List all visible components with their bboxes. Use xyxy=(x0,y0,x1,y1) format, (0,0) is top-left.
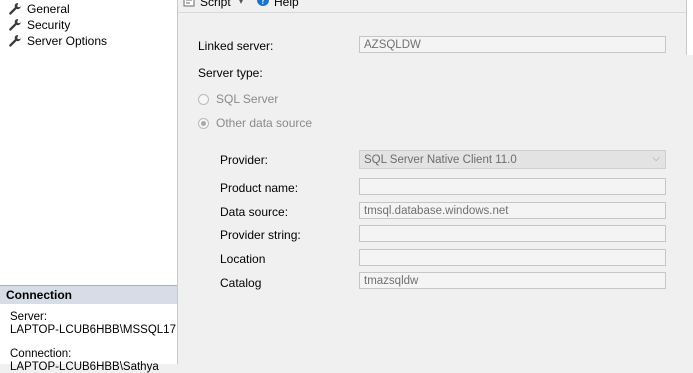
data-source-label: Data source: xyxy=(220,205,289,219)
script-icon xyxy=(182,0,196,10)
provider-string-field[interactable] xyxy=(359,225,666,242)
provider-label: Provider: xyxy=(220,153,269,167)
product-name-label: Product name: xyxy=(220,181,299,195)
catalog-label: Catalog xyxy=(220,276,262,290)
chevron-down-icon[interactable]: ▾ xyxy=(239,0,244,7)
radio-sql-server-label: SQL Server xyxy=(216,92,279,106)
server-value: LAPTOP-LCUB6HBB\MSSQL17 xyxy=(10,324,176,336)
linked-server-label: Linked server: xyxy=(198,39,274,53)
connection-label: Connection: xyxy=(10,348,72,360)
toolbar: Script ▾ ? Help xyxy=(178,0,693,13)
chevron-down-icon: ⌵ xyxy=(652,153,660,164)
page-item-server-options[interactable]: Server Options xyxy=(8,33,107,49)
wrench-icon xyxy=(8,34,22,48)
help-label: Help xyxy=(274,0,299,9)
provider-string-label: Provider string: xyxy=(220,228,301,242)
help-icon: ? xyxy=(256,0,270,10)
script-button[interactable]: Script ▾ xyxy=(182,0,243,10)
svg-text:?: ? xyxy=(260,0,265,7)
page-item-label: Server Options xyxy=(27,34,108,48)
catalog-field[interactable]: tmazsqldw xyxy=(359,272,666,289)
general-page-content: Script ▾ ? Help Linked server: AZSQLDW S… xyxy=(178,0,693,364)
page-item-label: Security xyxy=(27,18,71,32)
data-source-field[interactable]: tmsql.database.windows.net xyxy=(359,202,666,219)
server-label: Server: xyxy=(10,311,48,323)
connection-section-header: Connection xyxy=(0,285,177,304)
server-type-label: Server type: xyxy=(198,66,263,80)
page-item-security[interactable]: Security xyxy=(8,17,70,33)
radio-other-label: Other data source xyxy=(216,116,313,130)
select-a-page-pane: General Security Server Options Connecti… xyxy=(0,0,178,373)
product-name-field[interactable] xyxy=(359,178,666,195)
page-item-label: General xyxy=(27,2,70,16)
linked-server-field[interactable]: AZSQLDW xyxy=(359,36,666,53)
provider-value: SQL Server Native Client 11.0 xyxy=(364,154,517,166)
connection-header-label: Connection xyxy=(6,288,72,302)
location-label: Location xyxy=(220,252,266,266)
wrench-icon xyxy=(8,2,22,16)
connection-value: LAPTOP-LCUB6HBB\Sathya xyxy=(10,361,159,373)
radio-circle xyxy=(198,117,209,129)
wrench-icon xyxy=(8,18,22,32)
radio-circle xyxy=(198,93,209,105)
window-edge xyxy=(686,0,693,55)
help-button[interactable]: ? Help xyxy=(256,0,299,10)
location-field[interactable] xyxy=(359,249,666,266)
page-item-general[interactable]: General xyxy=(8,1,70,17)
radio-sql-server[interactable]: SQL Server xyxy=(198,92,278,106)
script-label: Script xyxy=(200,0,231,9)
provider-select[interactable]: SQL Server Native Client 11.0 ⌵ xyxy=(359,150,666,169)
radio-other-data-source[interactable]: Other data source xyxy=(198,116,312,130)
